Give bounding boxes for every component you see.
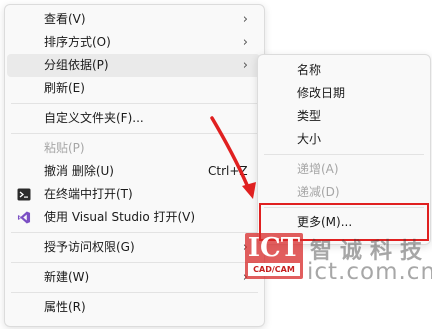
watermark-logo-text: ICT [247,233,301,263]
watermark-url: ict.com.cn [307,259,432,285]
watermark-logo: ICT CAD/CAM [245,233,303,279]
watermark-logo-subtext: CAD/CAM [248,263,300,276]
watermark: ICT CAD/CAM 智诚科技 ict.com.cn [245,230,432,329]
